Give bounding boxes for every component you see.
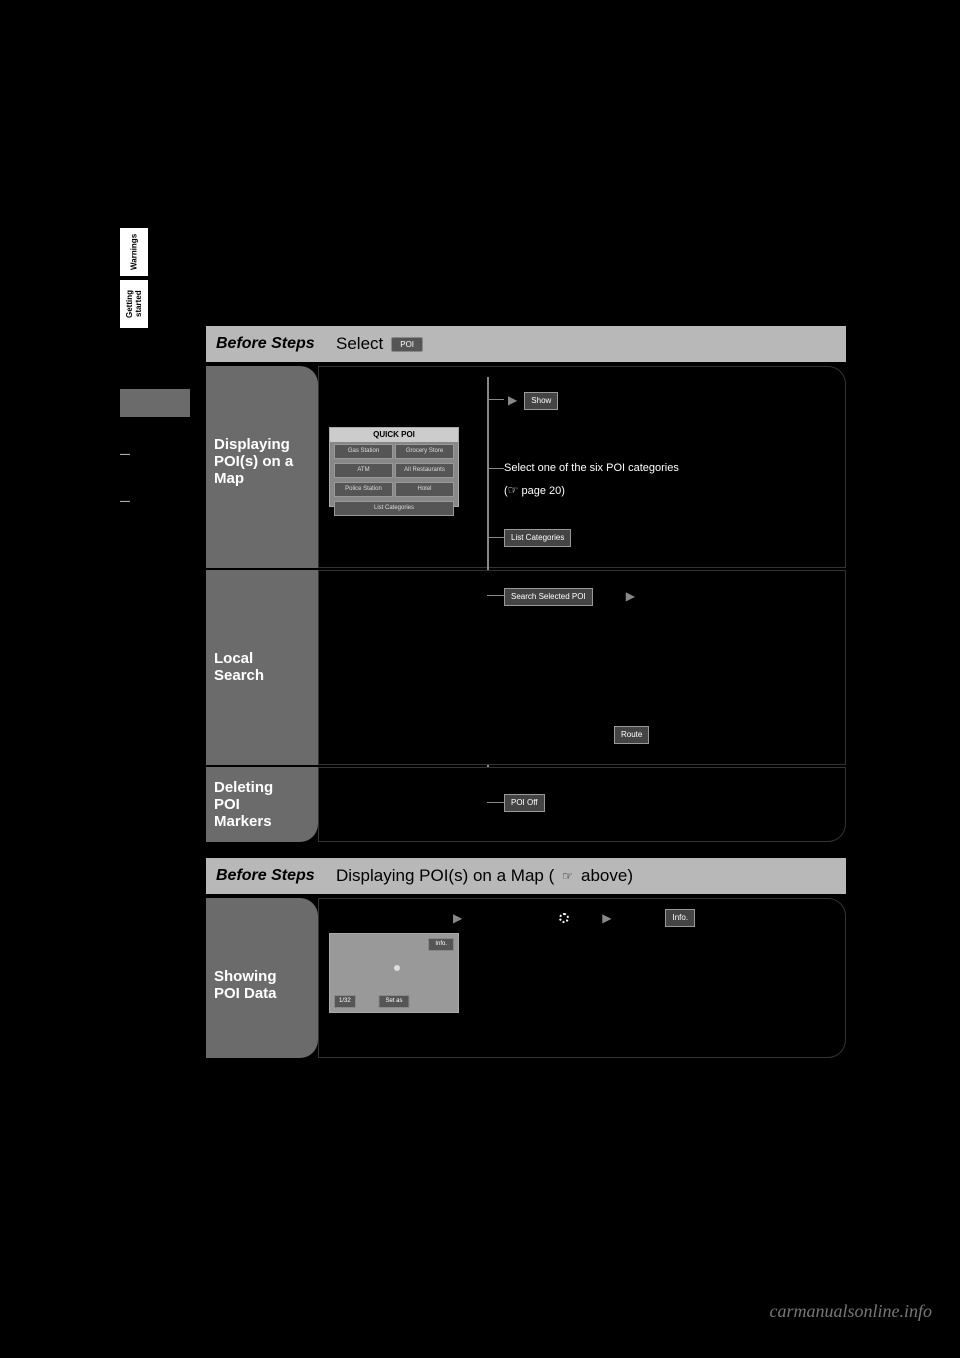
block2-title2: Search xyxy=(214,667,310,684)
branch-line xyxy=(487,468,504,469)
flow-left-2 xyxy=(329,581,484,754)
branch-category: Select one of the six POI categories (☞ … xyxy=(504,460,835,499)
watermark: carmanualsonline.info xyxy=(770,1301,933,1322)
hand-icon: ☞ xyxy=(508,483,519,497)
branch-poioff: POI Off xyxy=(504,794,835,812)
arrow-icon: ▶ xyxy=(508,393,517,407)
branch-line xyxy=(487,399,504,400)
side-nav-item: — xyxy=(120,441,190,468)
info-button[interactable]: Info. xyxy=(665,909,695,927)
poi-chip[interactable]: POI xyxy=(391,337,423,352)
before-steps-2: Before Steps Displaying POI(s) on a Map … xyxy=(206,858,846,894)
flow-right-3: POI Off xyxy=(484,778,835,822)
branch-search: Search Selected POI ▶ xyxy=(504,587,835,606)
before-steps-1: Before Steps Select POI xyxy=(206,326,846,362)
block4-title2: POI Data xyxy=(214,985,310,1002)
flow-structure-3: POI Off xyxy=(329,778,835,822)
arrow-icon: ▶ xyxy=(602,909,611,927)
block-display-poi-label: Displaying POI(s) on a Map xyxy=(206,366,318,568)
page: Warnings Getting started — — Before Step… xyxy=(0,0,960,1358)
desc2-post: above) xyxy=(581,866,633,886)
ss-btn-gas[interactable]: Gas Station xyxy=(334,444,393,459)
branch-listcat: List Categories xyxy=(504,529,835,547)
search-selected-poi-button[interactable]: Search Selected POI xyxy=(504,588,593,606)
block1-title3: Map xyxy=(214,470,310,487)
block-local-search: Local Search Search Selected POI ▶ Route xyxy=(206,570,846,765)
ss-btn-hotel[interactable]: Hotel xyxy=(395,482,454,497)
side-nav-active xyxy=(120,389,190,417)
map-zoom: 1/32 xyxy=(334,995,356,1008)
list-categories-button[interactable]: List Categories xyxy=(504,529,571,547)
side-nav-item xyxy=(120,535,190,551)
block3-content: POI Off xyxy=(318,767,846,842)
desc2-pre: Displaying POI(s) on a Map ( xyxy=(336,866,554,886)
block-display-poi: Displaying POI(s) on a Map QUICK POI Gas… xyxy=(206,366,846,568)
block3-title1: Deleting xyxy=(214,779,310,796)
cat-text: Select one of the six POI categories xyxy=(504,462,679,474)
block2-title1: Local xyxy=(214,650,310,667)
branch-line xyxy=(487,537,504,538)
ss-btn-listcat[interactable]: List Categories xyxy=(334,501,454,516)
content: Before Steps Select POI Displaying POI(s… xyxy=(206,326,846,1060)
cat-line1: Select one of the six POI categories xyxy=(504,460,835,477)
block-local-search-label: Local Search xyxy=(206,570,318,765)
block3-title3: Markers xyxy=(214,813,310,830)
side-nav: — — xyxy=(120,385,190,551)
hand-icon: ☞ xyxy=(562,869,573,883)
cat-line2: (☞ page 20) xyxy=(504,481,835,500)
block-delete-poi: Deleting POI Markers POI Off xyxy=(206,767,846,842)
ss-btn-rest[interactable]: All Restaurants xyxy=(395,463,454,478)
block1-title1: Displaying xyxy=(214,436,310,453)
block-show-poi-data: Showing POI Data ▶ ▶ Info. Info. Set as xyxy=(206,898,846,1058)
flow-structure-2: Search Selected POI ▶ Route xyxy=(329,581,835,754)
flow-left-3 xyxy=(329,778,484,822)
arrow-icon: ▶ xyxy=(626,589,635,603)
block1-title2: POI(s) on a xyxy=(214,453,310,470)
select-text: Select xyxy=(336,334,383,354)
block2-content: Search Selected POI ▶ Route xyxy=(318,570,846,765)
show-button[interactable]: Show xyxy=(524,392,558,410)
map-info-bar[interactable]: Info. xyxy=(428,938,454,951)
ss-title: QUICK POI xyxy=(330,428,458,442)
branch-route: Route xyxy=(614,726,835,744)
block4-title1: Showing xyxy=(214,968,310,985)
page-ref: page 20) xyxy=(522,485,565,497)
block-show-poi-data-label: Showing POI Data xyxy=(206,898,318,1058)
branch-line xyxy=(487,595,504,596)
target-icon xyxy=(559,913,569,923)
map-setas-button[interactable]: Set as xyxy=(378,995,409,1008)
block1-content: QUICK POI Gas Station Grocery Store ATM … xyxy=(318,366,846,568)
side-tabs: Warnings Getting started xyxy=(120,228,160,332)
flow-right-1: ▶ Show Select one of the six POI categor… xyxy=(484,377,835,557)
before-steps-label: Before Steps xyxy=(216,335,336,353)
branch-line xyxy=(487,802,504,803)
ss-btn-police[interactable]: Police Station xyxy=(334,482,393,497)
flow-structure-1: QUICK POI Gas Station Grocery Store ATM … xyxy=(329,377,835,557)
before-steps-label2: Before Steps xyxy=(216,867,336,885)
branch-show: ▶ Show xyxy=(504,391,835,410)
ss-btn-grocery[interactable]: Grocery Store xyxy=(395,444,454,459)
side-nav-item: — xyxy=(120,488,190,515)
map-cursor-icon xyxy=(394,965,400,971)
quick-poi-screenshot: QUICK POI Gas Station Grocery Store ATM … xyxy=(329,427,459,507)
flow-right-2: Search Selected POI ▶ Route xyxy=(484,581,835,754)
block3-title2: POI xyxy=(214,796,310,813)
arrow-icon: ▶ xyxy=(453,909,462,927)
poi-off-button[interactable]: POI Off xyxy=(504,794,545,812)
side-tab-getting-started: Getting started xyxy=(120,280,148,328)
block4-content: ▶ ▶ Info. Info. Set as 1/32 xyxy=(318,898,846,1058)
flow-left-1: QUICK POI Gas Station Grocery Store ATM … xyxy=(329,377,484,557)
ss-btn-atm[interactable]: ATM xyxy=(334,463,393,478)
route-button[interactable]: Route xyxy=(614,726,649,744)
before-steps-desc: Select POI xyxy=(336,334,423,354)
before-steps-desc2: Displaying POI(s) on a Map ( ☞ above) xyxy=(336,866,633,886)
block-delete-poi-label: Deleting POI Markers xyxy=(206,767,318,842)
map-screenshot: Info. Set as 1/32 xyxy=(329,933,459,1013)
side-tab-warnings: Warnings xyxy=(120,228,148,276)
